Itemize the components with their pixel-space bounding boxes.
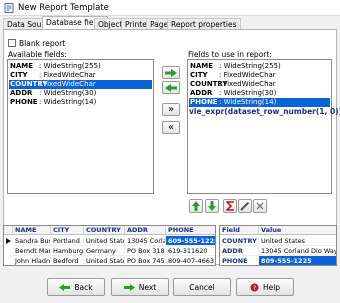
list-item-selected[interactable]: PHONE: WideString(14) (189, 98, 330, 107)
list-item[interactable]: PHONE: WideString(14) (9, 98, 152, 107)
available-fields-label: Available fields: (8, 50, 67, 59)
expression-item[interactable]: vle_expr(dataset_row_number(1, 0)) (189, 107, 340, 116)
blank-report-checkbox[interactable] (8, 39, 16, 47)
arrow-right-icon (123, 283, 135, 291)
report-fields-label: Fields to use in report: (188, 50, 272, 59)
remove-all-button[interactable]: « (162, 121, 180, 134)
blank-report-label: Blank report (19, 39, 66, 48)
arrow-up-icon (192, 201, 200, 211)
list-item[interactable]: CITY: FixedWideChar (189, 71, 330, 80)
grid-cell[interactable]: United States (84, 256, 125, 265)
grid-cell[interactable]: ADDR (220, 246, 259, 256)
arrow-left-icon (165, 83, 177, 92)
available-fields-list[interactable]: NAME: WideString(255) CITY: FixedWideCha… (7, 59, 154, 194)
list-item[interactable]: ADDR: WideString(30) (9, 89, 152, 98)
arrow-left-icon (59, 283, 71, 291)
grid-header-phone[interactable]: PHONE (166, 226, 215, 235)
title-bar: New Report Template (0, 0, 340, 16)
grid-cell[interactable]: Germany (84, 246, 125, 256)
grid-cell[interactable]: PO Box 318 (125, 246, 166, 256)
grid-indicator-header (4, 226, 13, 235)
report-app-icon (4, 3, 14, 13)
next-button[interactable]: Next (111, 278, 169, 296)
list-item[interactable]: ADDR: WideString(30) (189, 89, 330, 98)
grid-cell[interactable]: Hamburg (51, 246, 84, 256)
back-button-label: Back (74, 282, 93, 292)
arrow-right-icon (165, 68, 177, 77)
close-icon (256, 202, 264, 210)
row-pointer-icon (6, 238, 11, 244)
help-icon: ? (250, 283, 259, 292)
grid-header-value[interactable]: Value (259, 226, 336, 235)
arrow-down-icon (208, 201, 216, 211)
grid-cell[interactable]: 13045 Corland (125, 236, 166, 246)
grid-cell[interactable]: COUNTRY (220, 236, 259, 246)
svg-text:?: ? (253, 284, 256, 292)
edit-button[interactable] (238, 199, 252, 213)
grid-cell[interactable]: John Hladni (13, 256, 51, 265)
grid-cell[interactable]: United States (259, 236, 336, 246)
preview-data-grid[interactable]: NAME CITY COUNTRY ADDR PHONE Sandra Bush… (3, 225, 216, 266)
list-item[interactable]: NAME: WideString(255) (189, 62, 330, 71)
back-button[interactable]: Back (47, 278, 105, 296)
cancel-button[interactable]: Cancel (173, 278, 231, 296)
help-button-label: Help (262, 282, 281, 292)
grid-header-name[interactable]: NAME (13, 226, 51, 235)
grid-cell[interactable]: United States (84, 236, 125, 246)
grid-cell[interactable]: Sandra Bush (13, 236, 51, 246)
record-data-grid[interactable]: Field Value COUNTRY United States ADDR 1… (219, 225, 337, 266)
grid-cell[interactable]: PHONE (220, 256, 259, 265)
next-button-label: Next (138, 282, 157, 292)
grid-header-field[interactable]: Field (220, 226, 259, 235)
expression-button[interactable] (223, 199, 237, 213)
grid-cell[interactable]: Portland (51, 236, 84, 246)
window-title: New Report Template (18, 3, 109, 13)
grid-cell[interactable]: 13045 Corland Dio Way (259, 246, 336, 256)
grid-cell-selected[interactable]: 809-555-1225 (259, 256, 336, 265)
list-item[interactable]: NAME: WideString(255) (9, 62, 152, 71)
add-all-button[interactable]: » (162, 103, 180, 116)
report-fields-list[interactable]: NAME: WideString(255) CITY: FixedWideCha… (187, 59, 340, 194)
pencil-icon (240, 201, 250, 211)
list-item[interactable]: CITY: FixedWideChar (9, 71, 152, 80)
help-button[interactable]: ? Help (236, 278, 294, 296)
grid-cell[interactable]: 809-407-4663 (166, 256, 215, 265)
move-up-button[interactable] (189, 199, 203, 213)
list-item-selected[interactable]: COUNTRY: FixedWideChar (9, 80, 152, 89)
delete-button[interactable] (253, 199, 267, 213)
add-field-button[interactable] (162, 66, 180, 79)
grid-cell-selected[interactable]: 609-555-1225 (166, 236, 215, 246)
list-item[interactable]: COUNTRY: FixedWideChar (189, 80, 330, 89)
grid-cell[interactable]: 619-311620 (166, 246, 215, 256)
grid-cell[interactable]: Berndt Mann (13, 246, 51, 256)
grid-cell[interactable]: Bedford (51, 256, 84, 265)
move-down-button[interactable] (205, 199, 219, 213)
grid-header-city[interactable]: CITY (51, 226, 84, 235)
grid-cell[interactable]: PO Box 7456 (125, 256, 166, 265)
grid-header-country[interactable]: COUNTRY (84, 226, 125, 235)
sigma-icon (225, 201, 234, 211)
grid-header-addr[interactable]: ADDR (125, 226, 166, 235)
remove-field-button[interactable] (162, 81, 180, 94)
